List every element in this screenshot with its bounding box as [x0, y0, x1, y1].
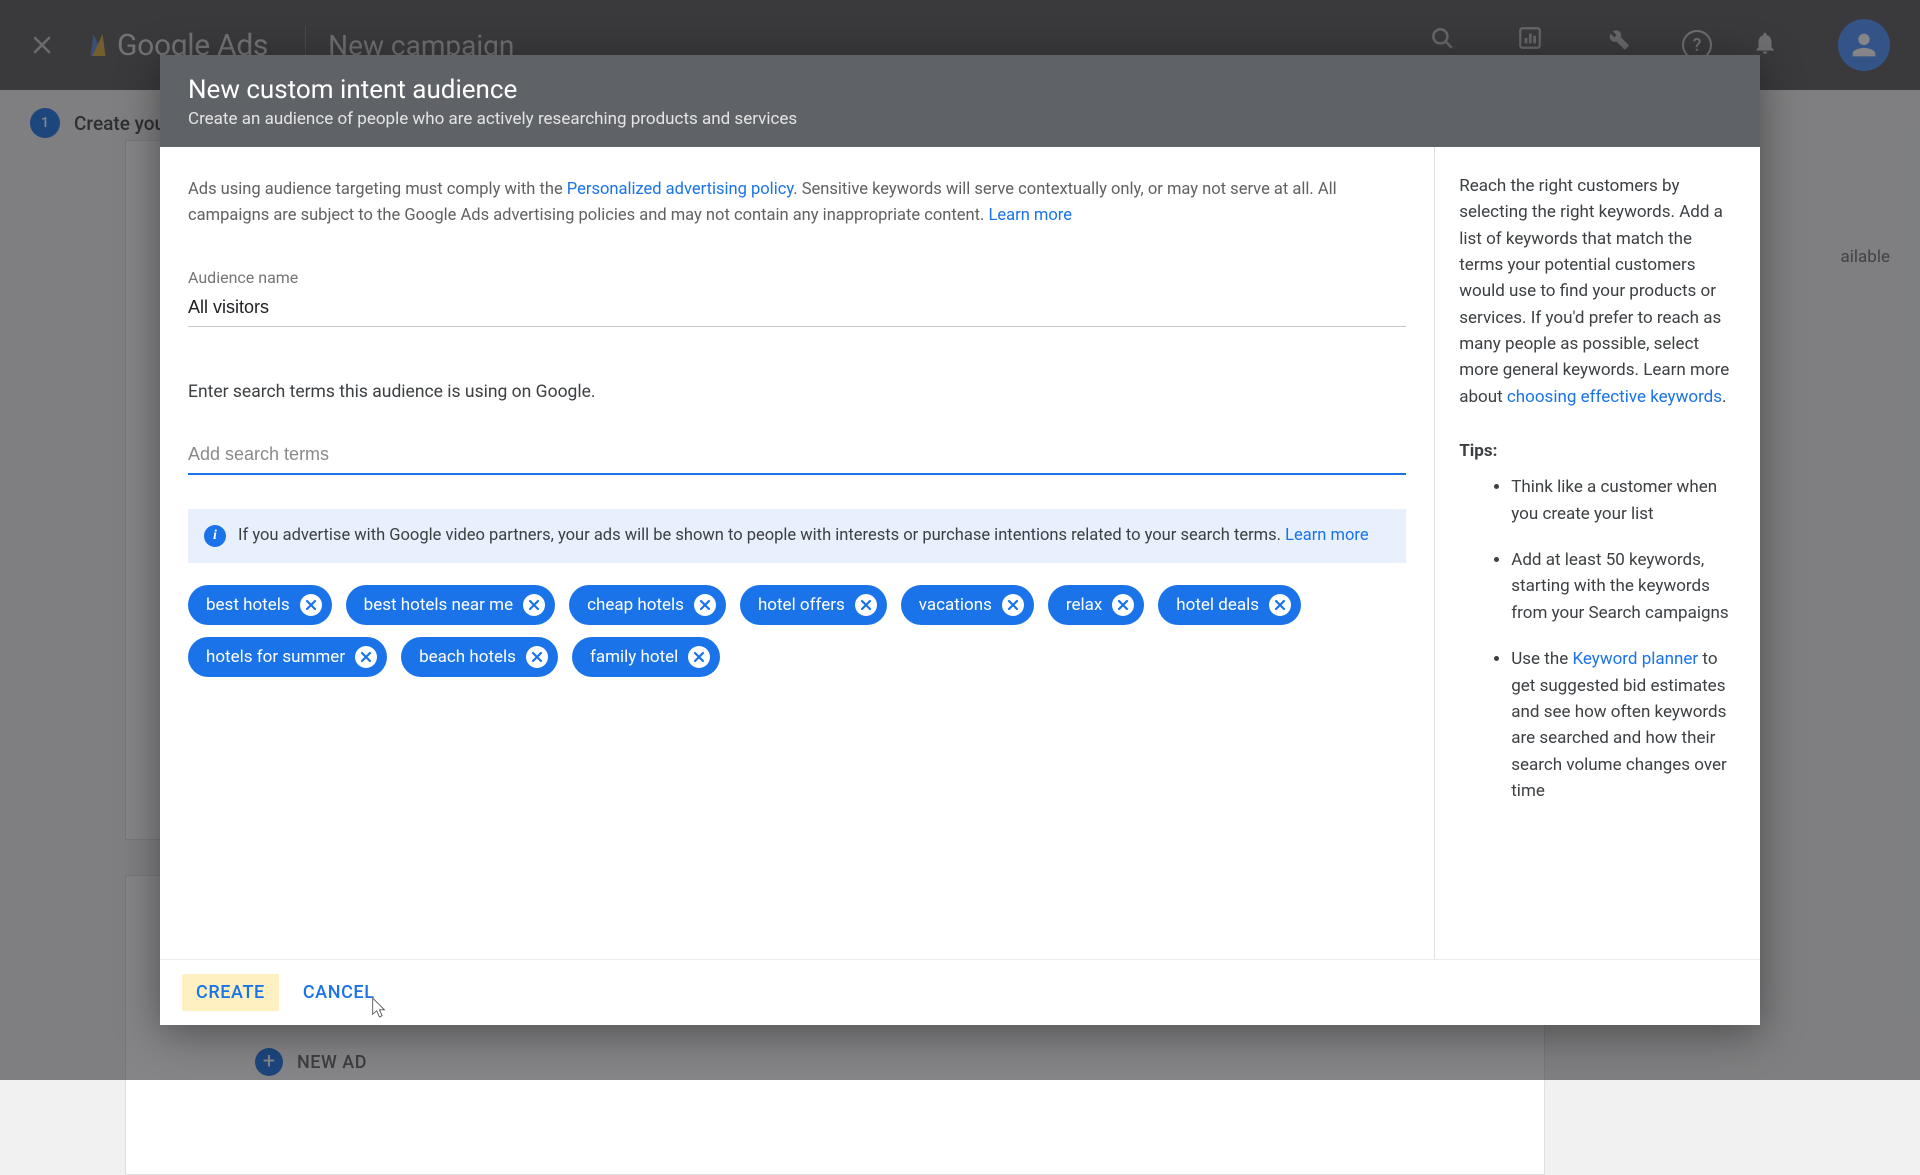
modal-title: New custom intent audience	[188, 75, 1732, 105]
chip-label: beach hotels	[419, 647, 516, 667]
search-terms-instruction: Enter search terms this audience is usin…	[188, 382, 1406, 402]
tip-item: Think like a customer when you create yo…	[1511, 474, 1732, 527]
keyword-chip[interactable]: hotel offers	[740, 585, 887, 625]
remove-chip-icon[interactable]	[694, 594, 716, 616]
keyword-chip[interactable]: cheap hotels	[569, 585, 726, 625]
remove-chip-icon[interactable]	[526, 646, 548, 668]
keyword-chip[interactable]: family hotel	[572, 637, 720, 677]
tip-item: Add at least 50 keywords, starting with …	[1511, 547, 1732, 626]
tip-item: Use the Keyword planner to get suggested…	[1511, 646, 1732, 804]
chip-label: best hotels near me	[364, 595, 513, 615]
tips-label: Tips:	[1459, 438, 1732, 464]
remove-chip-icon[interactable]	[523, 594, 545, 616]
keyword-chip[interactable]: hotel deals	[1158, 585, 1301, 625]
modal-footer: CREATE CANCEL	[160, 959, 1760, 1025]
keyword-chip[interactable]: vacations	[901, 585, 1034, 625]
remove-chip-icon[interactable]	[300, 594, 322, 616]
chip-label: hotels for summer	[206, 647, 345, 667]
custom-intent-audience-modal: New custom intent audience Create an aud…	[160, 55, 1760, 1025]
chip-label: hotel deals	[1176, 595, 1259, 615]
remove-chip-icon[interactable]	[355, 646, 377, 668]
keyword-planner-link[interactable]: Keyword planner	[1572, 649, 1698, 669]
keyword-chip[interactable]: best hotels	[188, 585, 332, 625]
tips-list: Think like a customer when you create yo…	[1459, 474, 1732, 804]
remove-chip-icon[interactable]	[688, 646, 710, 668]
chip-label: family hotel	[590, 647, 678, 667]
chip-label: relax	[1066, 595, 1102, 615]
info-banner: i If you advertise with Google video par…	[188, 509, 1406, 563]
keyword-chip[interactable]: best hotels near me	[346, 585, 555, 625]
policy-pre: Ads using audience targeting must comply…	[188, 180, 567, 199]
remove-chip-icon[interactable]	[855, 594, 877, 616]
info-banner-text: If you advertise with Google video partn…	[238, 526, 1285, 545]
audience-name-label: Audience name	[188, 268, 1406, 287]
modal-main-area: Ads using audience targeting must comply…	[160, 147, 1435, 959]
keyword-chip[interactable]: relax	[1048, 585, 1144, 625]
remove-chip-icon[interactable]	[1002, 594, 1024, 616]
info-icon: i	[204, 525, 226, 547]
chip-label: best hotels	[206, 595, 290, 615]
modal-header: New custom intent audience Create an aud…	[160, 55, 1760, 147]
help-intro-text: Reach the right customers by selecting t…	[1459, 176, 1729, 407]
policy-link[interactable]: Personalized advertising policy	[567, 180, 794, 199]
modal-subtitle: Create an audience of people who are act…	[188, 109, 1732, 129]
learn-more-link[interactable]: Learn more	[989, 206, 1072, 225]
keyword-chip[interactable]: hotels for summer	[188, 637, 387, 677]
policy-text: Ads using audience targeting must comply…	[188, 177, 1406, 228]
chip-label: hotel offers	[758, 595, 845, 615]
create-button[interactable]: CREATE	[182, 974, 279, 1011]
search-term-chips: best hotels best hotels near me cheap hote…	[188, 585, 1406, 677]
help-intro: Reach the right customers by selecting t…	[1459, 173, 1732, 410]
modal-help-panel: Reach the right customers by selecting t…	[1435, 147, 1760, 959]
info-learn-more-link[interactable]: Learn more	[1285, 526, 1368, 545]
remove-chip-icon[interactable]	[1269, 594, 1291, 616]
remove-chip-icon[interactable]	[1112, 594, 1134, 616]
audience-name-input[interactable]	[188, 293, 1406, 327]
cancel-button[interactable]: CANCEL	[289, 974, 389, 1011]
effective-keywords-link[interactable]: choosing effective keywords	[1507, 387, 1722, 407]
chip-label: vacations	[919, 595, 992, 615]
chip-label: cheap hotels	[587, 595, 684, 615]
search-terms-input[interactable]	[188, 438, 1406, 475]
keyword-chip[interactable]: beach hotels	[401, 637, 558, 677]
